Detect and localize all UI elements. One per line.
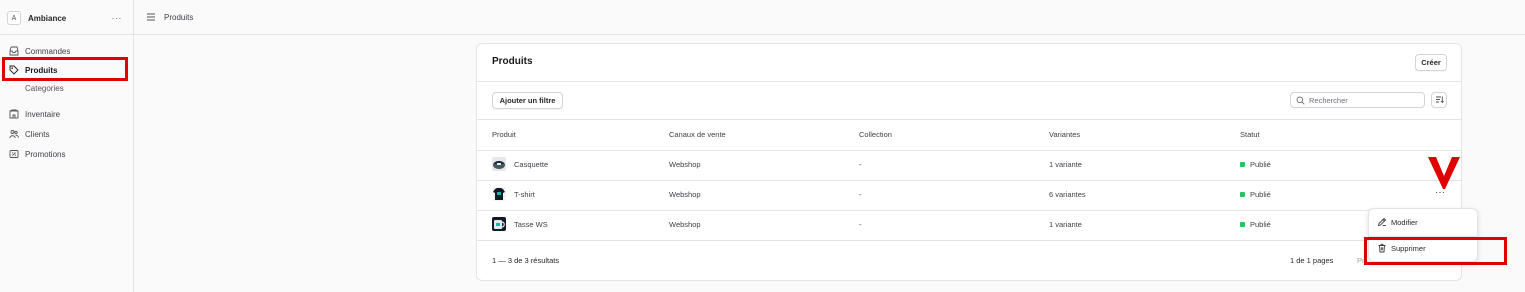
sidebar-item-commandes[interactable]: Commandes [8, 44, 70, 58]
column-header-status: Statut [1240, 130, 1260, 139]
sidebar-divider [0, 34, 133, 35]
column-header-channels: Canaux de vente [669, 130, 726, 139]
down-arrow-icon [1428, 157, 1460, 189]
search-icon [1296, 96, 1305, 105]
variants: 1 variante [1049, 160, 1082, 169]
collection: - [859, 160, 862, 169]
variants: 6 variantes [1049, 190, 1086, 199]
sidebar-item-promotions[interactable]: Promotions [8, 147, 65, 161]
status-dot [1240, 192, 1245, 197]
status-dot [1240, 222, 1245, 227]
product-name[interactable]: Tasse WS [514, 220, 548, 229]
products-card: Produits Créer Ajouter un filtre Produit… [476, 43, 1462, 281]
sidebar-item-inventaire[interactable]: Inventaire [8, 107, 60, 121]
users-icon [8, 128, 20, 140]
column-header-product: Produit [492, 130, 516, 139]
page-indicator: 1 de 1 pages [1290, 256, 1334, 265]
store-name: Ambiance [28, 13, 67, 23]
product-name[interactable]: Casquette [514, 160, 548, 169]
store-more-icon[interactable]: ··· [112, 13, 123, 23]
status-badge: Publié [1240, 220, 1271, 229]
create-button[interactable]: Créer [1415, 54, 1447, 71]
sidebar-item-label: Inventaire [25, 109, 61, 119]
product-thumbnail [492, 217, 506, 231]
collection: - [859, 190, 862, 199]
results-count: 1 — 3 de 3 résultats [492, 256, 560, 265]
add-filter-button[interactable]: Ajouter un filtre [492, 92, 563, 109]
divider [477, 150, 1461, 151]
column-header-collection: Collection [859, 130, 892, 139]
sales-channel: Webshop [669, 220, 701, 229]
sales-channel: Webshop [669, 160, 701, 169]
sidebar-item-clients[interactable]: Clients [8, 127, 49, 141]
status-badge: Publié [1240, 160, 1271, 169]
variants: 1 variante [1049, 220, 1082, 229]
sidebar-item-label: Promotions [25, 149, 66, 159]
status-badge: Publié [1240, 190, 1271, 199]
store-switcher[interactable]: A Ambiance ··· [7, 10, 127, 26]
divider [477, 119, 1461, 120]
search-input[interactable] [1309, 95, 1409, 105]
sidebar-toggle-icon[interactable] [146, 12, 156, 22]
receipt-percent-icon [8, 148, 20, 160]
search-field[interactable] [1290, 92, 1425, 108]
sidebar-item-label: Commandes [25, 46, 71, 56]
store-avatar: A [7, 11, 21, 25]
sort-icon [1435, 95, 1444, 106]
top-bar: Produits [134, 0, 1525, 35]
pencil-icon [1377, 217, 1387, 227]
sidebar-item-label: Clients [25, 129, 50, 139]
product-thumbnail [492, 187, 506, 201]
column-header-variants: Variantes [1049, 130, 1081, 139]
sort-button[interactable] [1431, 92, 1447, 108]
building-icon [8, 108, 20, 120]
inbox-icon [8, 45, 20, 57]
status-label: Publié [1250, 160, 1271, 169]
product-thumbnail [492, 157, 506, 171]
divider [477, 180, 1461, 181]
menu-item-label: Modifier [1391, 217, 1418, 227]
sales-channel: Webshop [669, 190, 701, 199]
product-name[interactable]: T-shirt [514, 190, 535, 199]
breadcrumb[interactable]: Produits [164, 13, 193, 22]
highlight-produits [2, 57, 128, 81]
divider [477, 240, 1461, 241]
menu-item-edit[interactable]: Modifier [1377, 217, 1418, 227]
highlight-supprimer [1364, 237, 1507, 265]
status-dot [1240, 162, 1245, 167]
divider [477, 81, 1461, 82]
sidebar-item-categories[interactable]: Categories [25, 84, 64, 93]
collection: - [859, 220, 862, 229]
divider [477, 210, 1461, 211]
sidebar: A Ambiance ··· Commandes Produits Catego… [0, 0, 134, 292]
status-label: Publié [1250, 220, 1271, 229]
status-label: Publié [1250, 190, 1271, 199]
page-title: Produits [492, 56, 533, 67]
